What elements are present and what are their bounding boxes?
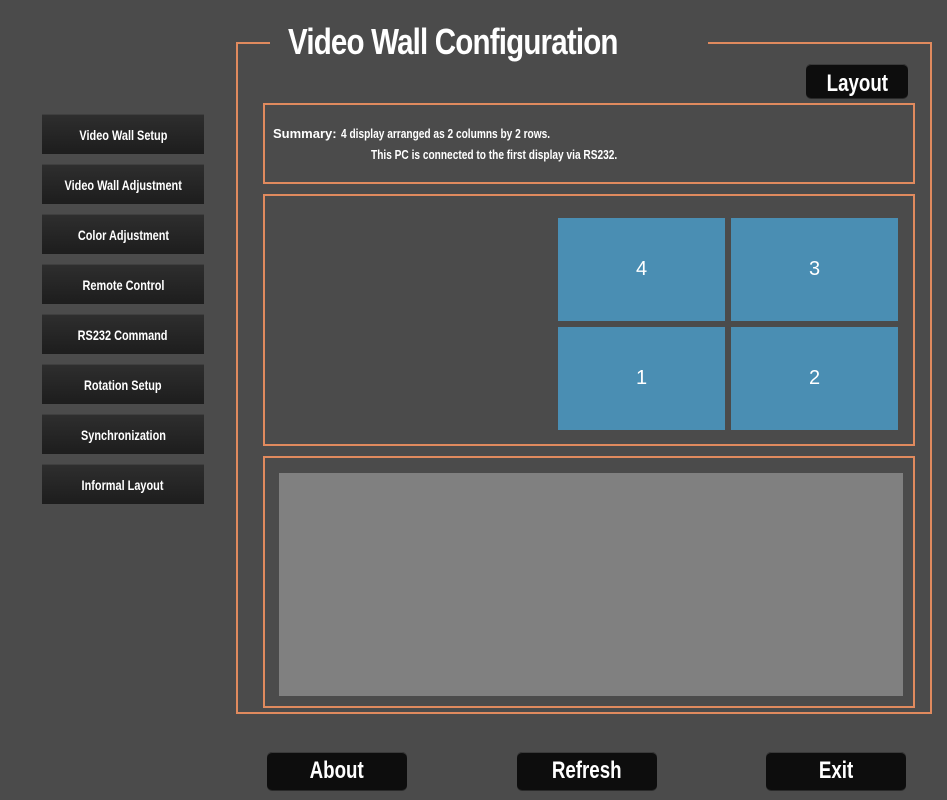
summary-line-1: 4 display arranged as 2 columns by 2 row…	[340, 126, 550, 141]
video-wall-preview: 4 3 1 2	[263, 194, 915, 446]
refresh-button[interactable]: Refresh	[517, 752, 657, 790]
detail-panel	[263, 456, 915, 708]
display-tile-4[interactable]: 4	[558, 218, 725, 321]
sidebar-nav: Video Wall Setup Video Wall Adjustment C…	[42, 114, 204, 514]
page-title: Video Wall Configuration	[270, 18, 708, 66]
sidebar-item-rotation-setup[interactable]: Rotation Setup	[42, 364, 204, 404]
summary-line-2: This PC is connected to the first displa…	[371, 147, 618, 162]
sidebar-item-remote-control[interactable]: Remote Control	[42, 264, 204, 304]
sidebar-item-synchronization[interactable]: Synchronization	[42, 414, 204, 454]
sidebar-item-color-adjustment[interactable]: Color Adjustment	[42, 214, 204, 254]
sidebar-item-video-wall-setup[interactable]: Video Wall Setup	[42, 114, 204, 154]
summary-panel: Summary: 4 display arranged as 2 columns …	[263, 103, 915, 184]
sidebar-item-video-wall-adjustment[interactable]: Video Wall Adjustment	[42, 164, 204, 204]
display-tile-1[interactable]: 1	[558, 327, 725, 430]
exit-button[interactable]: Exit	[766, 752, 906, 790]
sidebar-item-informal-layout[interactable]: Informal Layout	[42, 464, 204, 504]
sidebar-item-rs232-command[interactable]: RS232 Command	[42, 314, 204, 354]
about-button[interactable]: About	[267, 752, 407, 790]
summary-label: Summary:	[273, 126, 337, 141]
display-tile-2[interactable]: 2	[731, 327, 898, 430]
detail-area	[279, 473, 903, 696]
layout-button[interactable]: Layout	[806, 64, 908, 98]
display-tile-3[interactable]: 3	[731, 218, 898, 321]
